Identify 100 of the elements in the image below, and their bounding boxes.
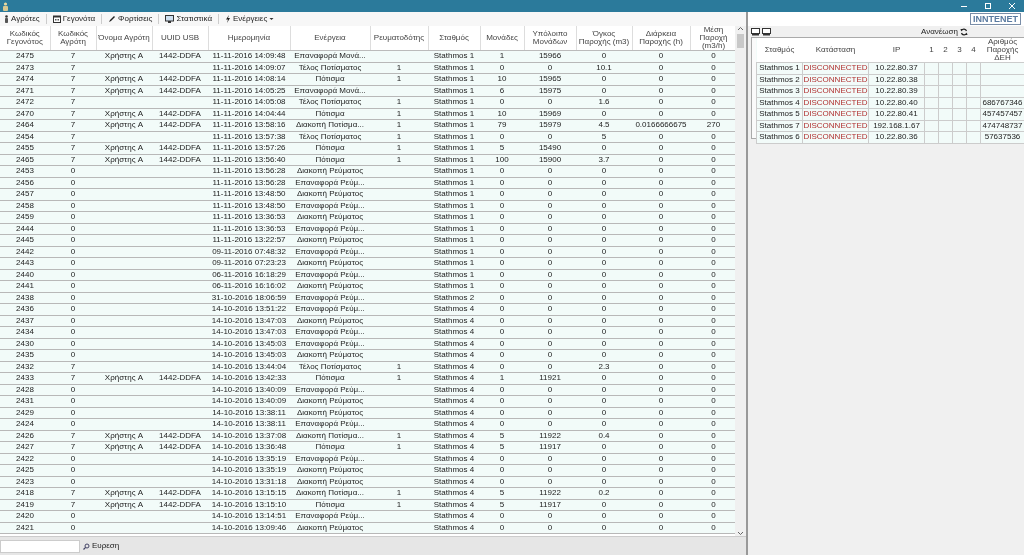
column-header[interactable]: Μέση Παροχή (m3/h) [690, 26, 735, 51]
table-cell: 2421 [0, 522, 50, 534]
column-header[interactable]: Όγκος Παροχής (m3) [576, 26, 632, 51]
table-cell: 0 [576, 349, 632, 361]
table-cell: Stathmos 4 [428, 441, 480, 453]
table-cell: 2.3 [576, 361, 632, 373]
table-cell: Επαναφορά Ρεύμ... [290, 269, 370, 281]
table-cell: 0 [50, 338, 96, 350]
table-cell: 0 [632, 142, 690, 154]
table-cell: DISCONNECTED [802, 62, 869, 74]
table-cell: 7 [50, 499, 96, 511]
table-cell: 0 [632, 349, 690, 361]
table-cell: Stathmos 4 [428, 522, 480, 534]
table-cell: 11-11-2016 13:22:57 [208, 234, 290, 246]
table-cell: 1442-DDFA [152, 430, 208, 442]
column-header[interactable]: UUID USB [152, 26, 208, 51]
table-cell: 0 [524, 315, 576, 327]
toolbar-button[interactable]: Φορτίσεις [106, 15, 155, 23]
computer-icon[interactable] [751, 27, 760, 36]
table-cell: 2422 [0, 453, 50, 465]
column-header[interactable]: Όνομα Αγρότη [96, 26, 152, 51]
table-cell: Stathmos 4 [428, 395, 480, 407]
table-cell: 11917 [524, 499, 576, 511]
toolbar-button[interactable]: Στατιστικά [163, 15, 215, 23]
table-cell: 0 [524, 200, 576, 212]
table-cell: 0 [480, 200, 524, 212]
table-cell: 0 [50, 510, 96, 522]
table-cell: 2459 [0, 211, 50, 223]
search-button[interactable]: Ευρεση [80, 540, 123, 552]
scroll-down-icon[interactable] [737, 530, 744, 536]
table-cell: 0 [50, 476, 96, 488]
column-header[interactable]: Κωδικός Αγρότη [50, 26, 96, 51]
table-cell: 06-11-2016 16:16:02 [208, 280, 290, 292]
table-cell: 09-11-2016 07:23:23 [208, 257, 290, 269]
table-cell: 11-11-2016 13:58:16 [208, 119, 290, 131]
table-cell: 0 [632, 257, 690, 269]
table-cell: 2437 [0, 315, 50, 327]
table-cell: 0 [480, 257, 524, 269]
table-cell: 0 [632, 395, 690, 407]
table-cell: Επαναφορά Ρεύμ... [290, 223, 370, 235]
dropdown-button[interactable]: Ενέργειες [223, 15, 277, 23]
table-cell: 7 [50, 108, 96, 120]
table-cell: Επαναφορά Ρεύμ... [290, 453, 370, 465]
toolbar-button[interactable]: Γεγονότα [50, 15, 98, 23]
table-cell: 11-11-2016 14:05:08 [208, 96, 290, 108]
column-header[interactable]: Κατάσταση [802, 38, 869, 63]
table-cell: 2419 [0, 499, 50, 511]
table-cell: 5 [480, 499, 524, 511]
table-cell: 0 [524, 338, 576, 350]
table-cell: 0 [576, 510, 632, 522]
column-header[interactable]: Σταθμός [428, 26, 480, 51]
table-cell: 14-10-2016 13:40:09 [208, 395, 290, 407]
table-cell: 0 [480, 234, 524, 246]
table-cell: Χρήστης A [96, 487, 152, 499]
table-cell: 14-10-2016 13:51:22 [208, 303, 290, 315]
refresh-button[interactable]: Ανανέωση [921, 25, 968, 38]
table-cell: 14-10-2016 13:40:09 [208, 384, 290, 396]
table-cell: 11-11-2016 13:48:50 [208, 188, 290, 200]
table-cell: Stathmos 1 [428, 257, 480, 269]
table-cell: 11-11-2016 13:57:38 [208, 131, 290, 143]
table-cell: 57637536 [980, 131, 1024, 143]
table-cell: 2474 [0, 73, 50, 85]
table-cell: Stathmos 4 [428, 430, 480, 442]
table-cell: Stathmos 1 [428, 131, 480, 143]
column-header[interactable]: Υπόλοιπο Μονάδων [524, 26, 576, 51]
scroll-up-icon[interactable] [737, 26, 744, 32]
table-cell: Stathmos 6 [756, 131, 803, 143]
pen-icon [108, 15, 117, 23]
table-cell: Διακοπή Ρεύματος [290, 211, 370, 223]
toolbar-button[interactable]: Αγρότες [2, 15, 42, 23]
scrollbar-thumb[interactable] [737, 34, 744, 48]
column-header[interactable]: Αριθμός Παροχής ΔΕΗ [980, 38, 1024, 63]
table-cell: 14-10-2016 13:14:51 [208, 510, 290, 522]
table-cell: 0 [576, 188, 632, 200]
table-cell: 14-10-2016 13:15:15 [208, 487, 290, 499]
column-header[interactable]: Κωδικός Γεγονότος [0, 26, 50, 51]
table-cell: 14-10-2016 13:15:10 [208, 499, 290, 511]
column-header[interactable]: Σταθμός [756, 38, 803, 63]
column-header[interactable]: Διάρκεια Παροχής (h) [632, 26, 690, 51]
table-cell: 0 [524, 62, 576, 74]
computer-icon[interactable] [762, 27, 771, 36]
column-header[interactable]: Μονάδες [480, 26, 524, 51]
column-header[interactable]: Ενέργεια [290, 26, 370, 51]
table-cell: Διακοπή Ρεύματος [290, 280, 370, 292]
table-cell: 15966 [524, 50, 576, 62]
column-header[interactable]: IP [868, 38, 925, 63]
table-cell: 0 [632, 62, 690, 74]
table-cell: 14-10-2016 13:45:03 [208, 349, 290, 361]
table-cell: Stathmos 1 [428, 154, 480, 166]
table-cell: 10.22.80.39 [868, 85, 925, 97]
table-cell: Πότισμα [290, 73, 370, 85]
table-cell: 0 [576, 303, 632, 315]
table-cell: Χρήστης A [96, 441, 152, 453]
table-cell: 2430 [0, 338, 50, 350]
search-field[interactable] [0, 539, 80, 553]
table-cell: Τέλος Ποτίσματος [290, 131, 370, 143]
column-header[interactable]: Ημερομηνία [208, 26, 290, 51]
table-cell: 15979 [524, 119, 576, 131]
table-cell: 0 [524, 269, 576, 281]
column-header[interactable]: Ρευματοδότης [370, 26, 428, 51]
